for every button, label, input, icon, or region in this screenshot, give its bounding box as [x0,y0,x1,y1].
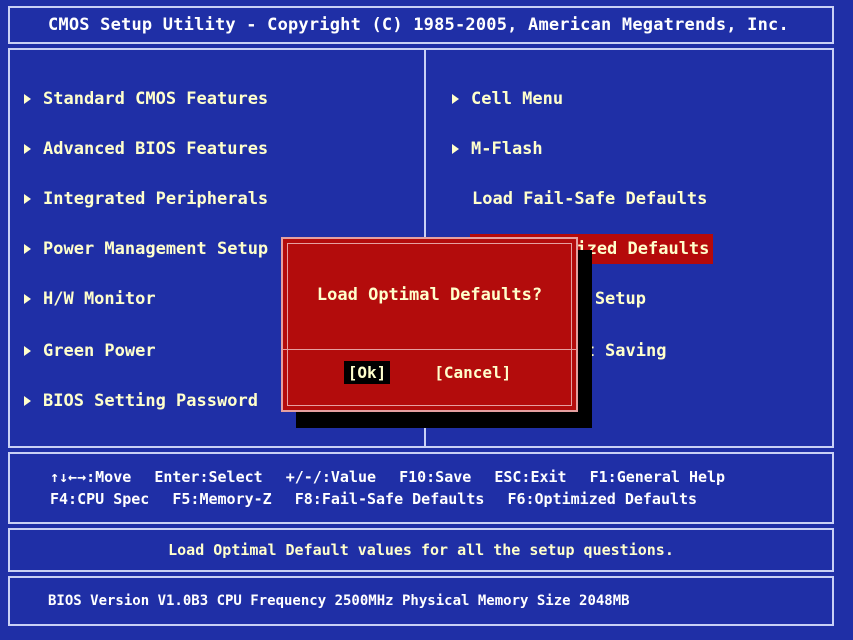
title-bar: CMOS Setup Utility - Copyright (C) 1985-… [8,6,834,44]
description-bar: Load Optimal Default values for all the … [8,528,834,572]
menu-item-label: Green Power [43,341,156,361]
help-move: ↑↓←→:Move [50,468,132,486]
title-text: CMOS Setup Utility - Copyright (C) 1985-… [48,15,789,35]
menu-item-cell-menu[interactable]: Cell Menu [452,84,563,114]
menu-item-bios-setting-password[interactable]: BIOS Setting Password [24,386,258,416]
description-text: Load Optimal Default values for all the … [168,541,674,559]
menu-item-green-power[interactable]: Green Power [24,336,156,366]
arrow-right-icon [24,94,31,104]
dialog-buttons: [Ok] [Cancel] [283,361,576,384]
menu-item-advanced-bios-features[interactable]: Advanced BIOS Features [24,134,268,164]
arrow-right-icon [24,194,31,204]
ok-button[interactable]: [Ok] [343,361,391,384]
help-fail-safe: F8:Fail-Safe Defaults [294,490,485,508]
arrow-right-icon [24,294,31,304]
menu-item-integrated-peripherals[interactable]: Integrated Peripherals [24,184,268,214]
menu-item-hw-monitor[interactable]: H/W Monitor [24,284,156,314]
dialog-question: Load Optimal Defaults? [316,285,543,305]
menu-item-load-fail-safe-defaults[interactable]: Load Fail-Safe Defaults [472,184,707,214]
help-exit: ESC:Exit [494,468,567,486]
arrow-right-icon [24,244,31,254]
menu-item-m-flash[interactable]: M-Flash [452,134,543,164]
dialog-divider [283,349,576,350]
menu-item-label: Load Fail-Safe Defaults [472,189,708,209]
menu-item-standard-cmos-features[interactable]: Standard CMOS Features [24,84,268,114]
menu-item-label: Advanced BIOS Features [43,139,269,159]
menu-item-label: M-Flash [471,139,543,159]
help-memory-z: F5:Memory-Z [172,490,272,508]
help-value: +/-/:Value [285,468,377,486]
help-cpu-spec: F4:CPU Spec [50,490,150,508]
arrow-right-icon [452,94,459,104]
version-bar: BIOS Version V1.0B3 CPU Frequency 2500MH… [8,576,834,626]
menu-item-power-management-setup[interactable]: Power Management Setup [24,234,268,264]
menu-item-label: BIOS Setting Password [43,391,258,411]
arrow-right-icon [24,144,31,154]
help-optimized: F6:Optimized Defaults [507,490,698,508]
version-text: BIOS Version V1.0B3 CPU Frequency 2500MH… [48,593,630,609]
menu-item-label: Cell Menu [471,89,564,109]
help-general-help: F1:General Help [589,468,726,486]
arrow-right-icon [452,144,459,154]
help-line-1: ↑↓←→:Move Enter:Select +/-/:Value F10:Sa… [50,466,832,488]
help-save: F10:Save [399,468,472,486]
menu-item-label: Power Management Setup [43,239,269,259]
menu-item-label: Integrated Peripherals [43,189,269,209]
cancel-button[interactable]: [Cancel] [430,361,515,384]
menu-item-label: H/W Monitor [43,289,156,309]
help-select: Enter:Select [154,468,263,486]
bios-screen: CMOS Setup Utility - Copyright (C) 1985-… [0,0,853,640]
confirm-dialog: Load Optimal Defaults? [Ok] [Cancel] [281,237,578,412]
help-panel: ↑↓←→:Move Enter:Select +/-/:Value F10:Sa… [8,452,834,524]
arrow-right-icon [24,396,31,406]
arrow-right-icon [24,346,31,356]
help-line-2: F4:CPU Spec F5:Memory-Z F8:Fail-Safe Def… [50,488,832,510]
menu-item-label: Standard CMOS Features [43,89,269,109]
